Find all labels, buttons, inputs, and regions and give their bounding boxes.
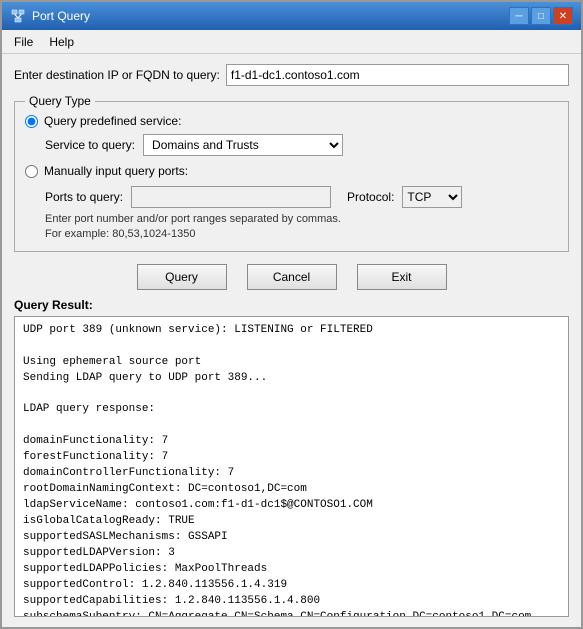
manual-radio[interactable] — [25, 165, 38, 178]
result-label: Query Result: — [14, 298, 569, 312]
main-content: Enter destination IP or FQDN to query: Q… — [2, 54, 581, 627]
ports-input[interactable] — [131, 186, 331, 208]
predefined-radio-label[interactable]: Query predefined service: — [44, 114, 181, 128]
hint-line2: For example: 80,53,1024-1350 — [45, 228, 195, 240]
menu-bar: File Help — [2, 30, 581, 54]
protocol-select[interactable]: TCP UDP — [402, 186, 462, 208]
button-row: Query Cancel Exit — [14, 264, 569, 290]
service-row: Service to query: Domains and Trusts — [45, 134, 558, 156]
dest-label: Enter destination IP or FQDN to query: — [14, 68, 220, 82]
hint-line1: Enter port number and/or port ranges sep… — [45, 213, 341, 225]
result-section: Query Result: UDP port 389 (unknown serv… — [14, 298, 569, 617]
destination-row: Enter destination IP or FQDN to query: — [14, 64, 569, 86]
predefined-radio-row: Query predefined service: — [25, 114, 558, 128]
query-type-group: Query Type Query predefined service: Ser… — [14, 94, 569, 252]
predefined-radio[interactable] — [25, 115, 38, 128]
dest-input[interactable] — [226, 64, 569, 86]
manual-radio-label[interactable]: Manually input query ports: — [44, 164, 188, 178]
query-button[interactable]: Query — [137, 264, 227, 290]
service-select[interactable]: Domains and Trusts — [143, 134, 343, 156]
app-icon — [10, 8, 26, 24]
protocol-label: Protocol: — [347, 190, 394, 204]
app-window: Port Query ─ □ ✕ File Help Enter destina… — [0, 0, 583, 629]
ports-label: Ports to query: — [45, 190, 123, 204]
menu-help[interactable]: Help — [41, 33, 82, 51]
close-button[interactable]: ✕ — [553, 7, 573, 25]
maximize-button[interactable]: □ — [531, 7, 551, 25]
result-box[interactable]: UDP port 389 (unknown service): LISTENIN… — [14, 316, 569, 617]
title-bar-left: Port Query — [10, 8, 90, 24]
manual-radio-row: Manually input query ports: — [25, 164, 558, 178]
hint-text: Enter port number and/or port ranges sep… — [45, 212, 558, 243]
ports-row: Ports to query: Protocol: TCP UDP — [45, 186, 558, 208]
query-type-legend: Query Type — [25, 94, 95, 108]
title-text: Port Query — [32, 9, 90, 23]
title-controls: ─ □ ✕ — [509, 7, 573, 25]
cancel-button[interactable]: Cancel — [247, 264, 337, 290]
minimize-button[interactable]: ─ — [509, 7, 529, 25]
exit-button[interactable]: Exit — [357, 264, 447, 290]
title-bar: Port Query ─ □ ✕ — [2, 2, 581, 30]
service-label: Service to query: — [45, 138, 135, 152]
menu-file[interactable]: File — [6, 33, 41, 51]
